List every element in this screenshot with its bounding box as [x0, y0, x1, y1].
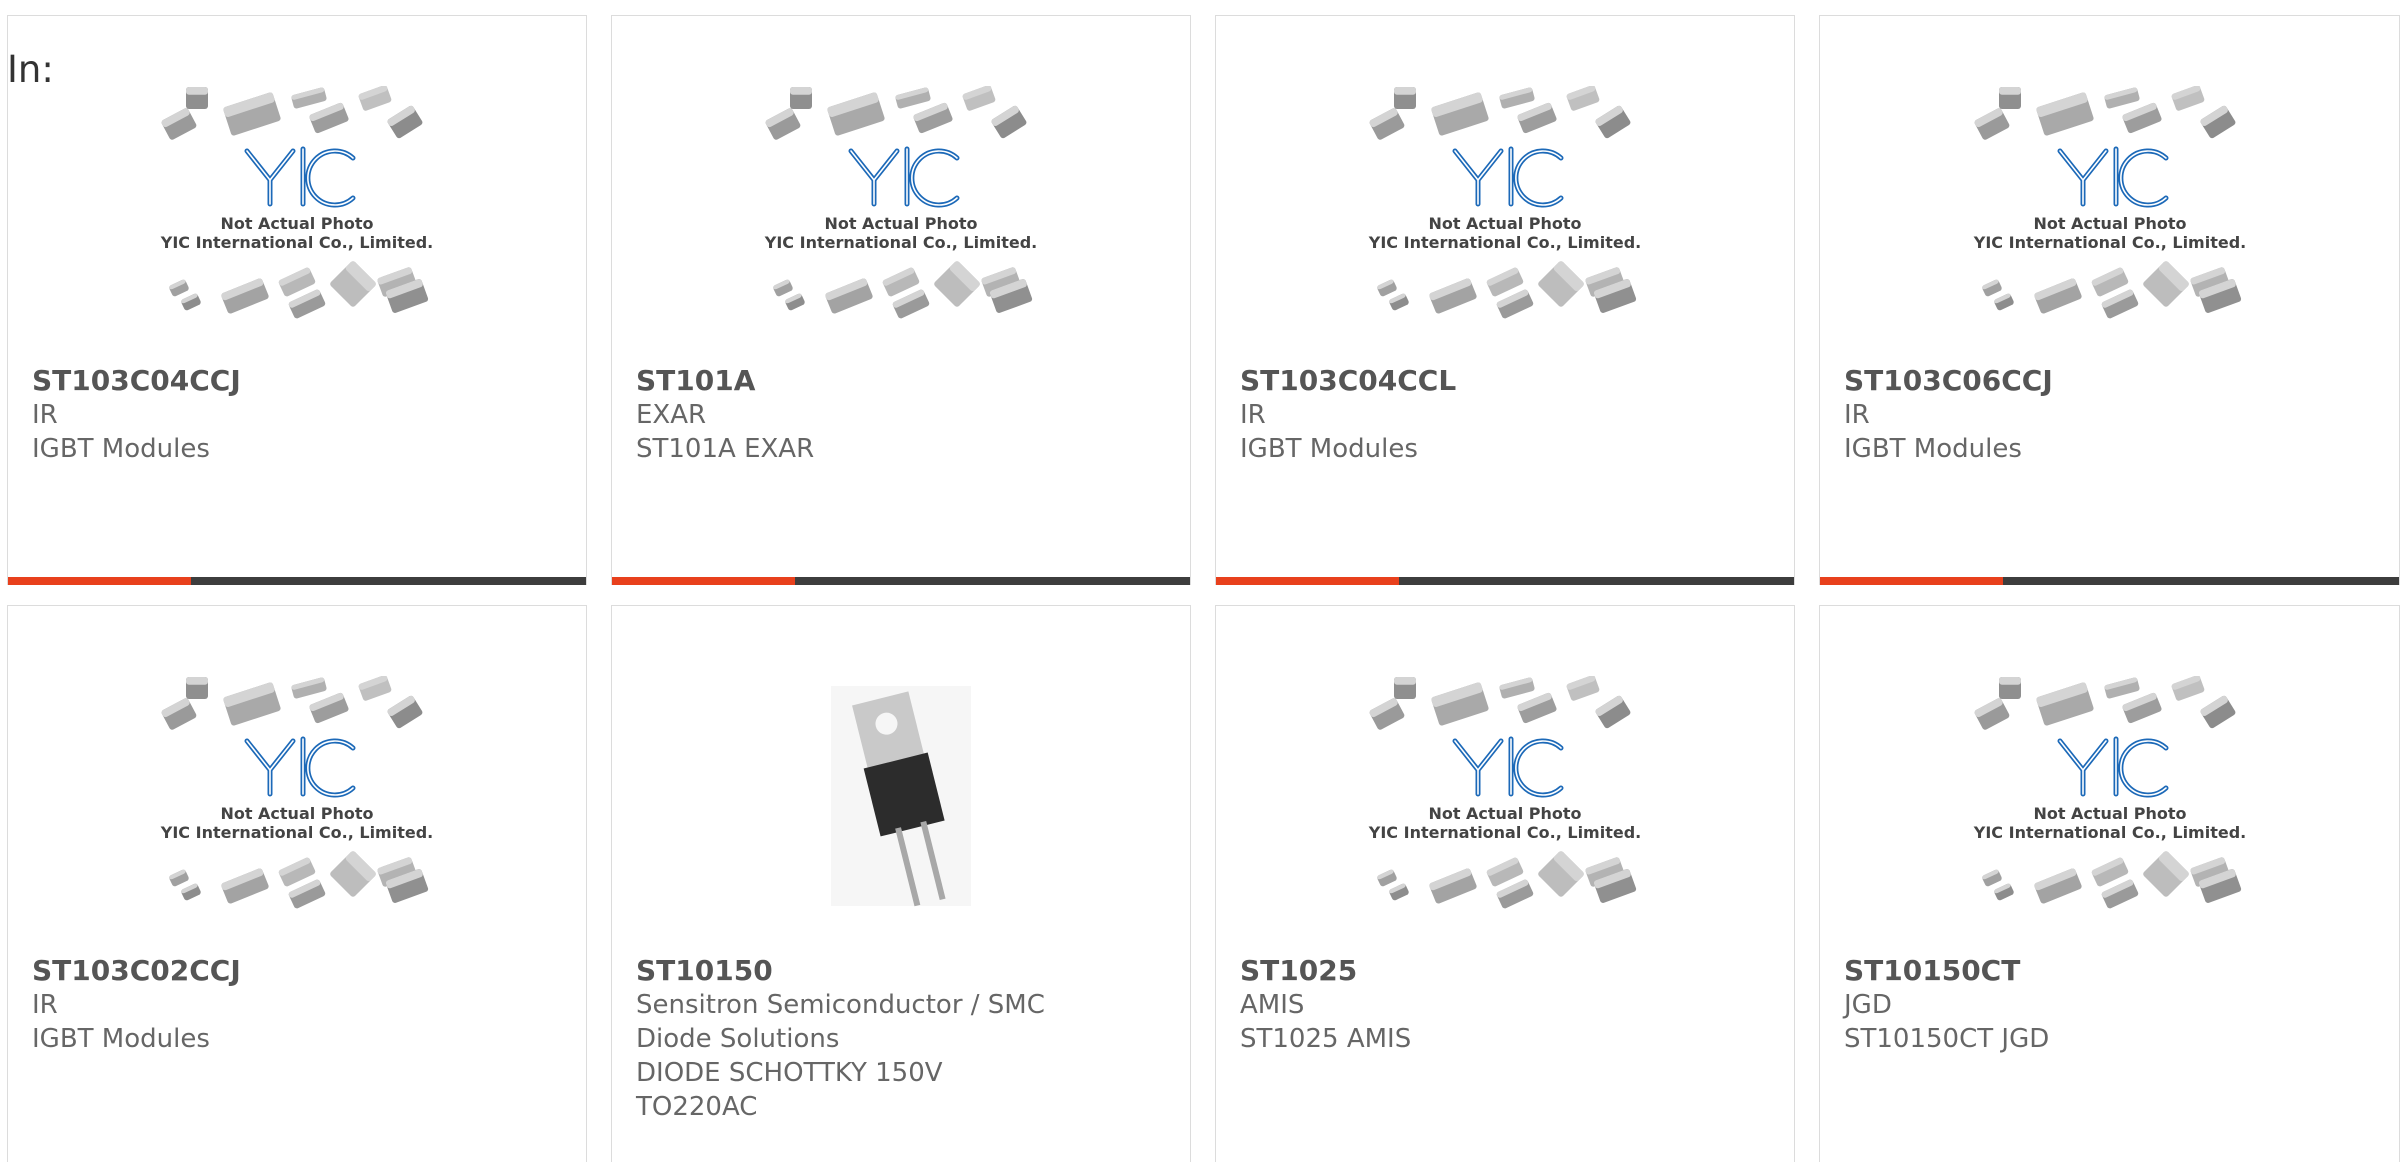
product-card[interactable]: Not Actual Photo YIC International Co., … — [1215, 605, 1795, 1162]
card-bottom-bar — [8, 577, 586, 585]
product-card[interactable]: ST10150 Sensitron Semiconductor / SMC Di… — [611, 605, 1191, 1162]
product-card[interactable]: Not Actual Photo YIC International Co., … — [1215, 15, 1795, 585]
part-number[interactable]: ST103C04CCL — [1240, 364, 1774, 398]
svg-text:YIC International Co., Limited: YIC International Co., Limited. — [1972, 823, 2245, 842]
svg-text:Not Actual Photo: Not Actual Photo — [2033, 804, 2186, 823]
manufacturer: IR — [32, 400, 58, 430]
accent-stripe — [612, 577, 795, 585]
description: ST10150CT JGD — [1844, 1024, 2050, 1054]
part-number[interactable]: ST10150 — [636, 954, 1170, 988]
manufacturer: IR — [1844, 400, 1870, 430]
manufacturer-line-2: Diode Solutions — [636, 1024, 840, 1054]
svg-text:YIC International Co., Limited: YIC International Co., Limited. — [1368, 823, 1641, 842]
accent-stripe — [1820, 577, 2003, 585]
product-card[interactable]: Not Actual Photo YIC International Co., … — [1819, 15, 2400, 585]
part-number[interactable]: ST103C02CCJ — [32, 954, 566, 988]
svg-text:YIC International Co., Limited: YIC International Co., Limited. — [160, 823, 433, 842]
description: DIODE SCHOTTKY 150V — [636, 1058, 943, 1088]
part-number[interactable]: ST101A — [636, 364, 1170, 398]
card-bottom-bar — [612, 577, 1190, 585]
manufacturer: JGD — [1844, 990, 1892, 1020]
yic-placeholder-icon: Not Actual Photo YIC International Co., … — [8, 86, 586, 366]
manufacturer: IR — [1240, 400, 1266, 430]
svg-text:YIC International Co., Limited: YIC International Co., Limited. — [160, 233, 433, 252]
yic-placeholder-icon: Not Actual Photo YIC International Co., … — [1216, 676, 1794, 956]
accent-stripe — [1216, 577, 1399, 585]
product-card[interactable]: Not Actual Photo YIC International Co., … — [1819, 605, 2400, 1162]
product-info: ST1025 AMIS ST1025 AMIS — [1240, 954, 1774, 1056]
category: IGBT Modules — [32, 434, 210, 464]
part-number[interactable]: ST103C04CCJ — [32, 364, 566, 398]
category: IGBT Modules — [1240, 434, 1418, 464]
product-info: ST10150CT JGD ST10150CT JGD — [1844, 954, 2379, 1056]
product-info: ST101A EXAR ST101A EXAR — [636, 364, 1170, 466]
manufacturer: Sensitron Semiconductor / SMC — [636, 990, 1045, 1020]
manufacturer: EXAR — [636, 400, 707, 430]
product-info: ST103C04CCJ IR IGBT Modules — [32, 364, 566, 466]
part-number[interactable]: ST10150CT — [1844, 954, 2379, 988]
in-label: In: — [7, 48, 54, 91]
description: ST101A EXAR — [636, 434, 815, 464]
description: ST1025 AMIS — [1240, 1024, 1412, 1054]
svg-text:Not Actual Photo: Not Actual Photo — [1428, 214, 1581, 233]
yic-placeholder-icon: Not Actual Photo YIC International Co., … — [1820, 676, 2399, 956]
category: IGBT Modules — [32, 1024, 210, 1054]
svg-text:Not Actual Photo: Not Actual Photo — [824, 214, 977, 233]
svg-text:YIC International Co., Limited: YIC International Co., Limited. — [1368, 233, 1641, 252]
product-info: ST103C06CCJ IR IGBT Modules — [1844, 364, 2379, 466]
to220-diode-photo — [612, 676, 1190, 956]
yic-placeholder-icon: Not Actual Photo YIC International Co., … — [8, 676, 586, 956]
manufacturer: IR — [32, 990, 58, 1020]
accent-stripe — [8, 577, 191, 585]
product-info: ST10150 Sensitron Semiconductor / SMC Di… — [636, 954, 1170, 1124]
category: IGBT Modules — [1844, 434, 2022, 464]
svg-text:Not Actual Photo: Not Actual Photo — [220, 214, 373, 233]
svg-text:YIC International Co., Limited: YIC International Co., Limited. — [1972, 233, 2245, 252]
product-info: ST103C02CCJ IR IGBT Modules — [32, 954, 566, 1056]
yic-placeholder-icon: Not Actual Photo YIC International Co., … — [612, 86, 1190, 366]
card-bottom-bar — [1820, 577, 2399, 585]
yic-placeholder-icon: Not Actual Photo YIC International Co., … — [1216, 86, 1794, 366]
product-card[interactable]: Not Actual Photo YIC International Co., … — [7, 15, 587, 585]
yic-placeholder-icon: Not Actual Photo YIC International Co., … — [1820, 86, 2399, 366]
package: TO220AC — [636, 1092, 758, 1122]
part-number[interactable]: ST103C06CCJ — [1844, 364, 2379, 398]
product-grid-page: In: Not Actual Photo YIC International C… — [0, 0, 2400, 1162]
svg-text:Not Actual Photo: Not Actual Photo — [2033, 214, 2186, 233]
svg-text:Not Actual Photo: Not Actual Photo — [220, 804, 373, 823]
svg-text:Not Actual Photo: Not Actual Photo — [1428, 804, 1581, 823]
manufacturer: AMIS — [1240, 990, 1305, 1020]
part-number[interactable]: ST1025 — [1240, 954, 1774, 988]
svg-text:YIC International Co., Limited: YIC International Co., Limited. — [764, 233, 1037, 252]
product-card[interactable]: Not Actual Photo YIC International Co., … — [7, 605, 587, 1162]
product-info: ST103C04CCL IR IGBT Modules — [1240, 364, 1774, 466]
card-bottom-bar — [1216, 577, 1794, 585]
product-card[interactable]: Not Actual Photo YIC International Co., … — [611, 15, 1191, 585]
